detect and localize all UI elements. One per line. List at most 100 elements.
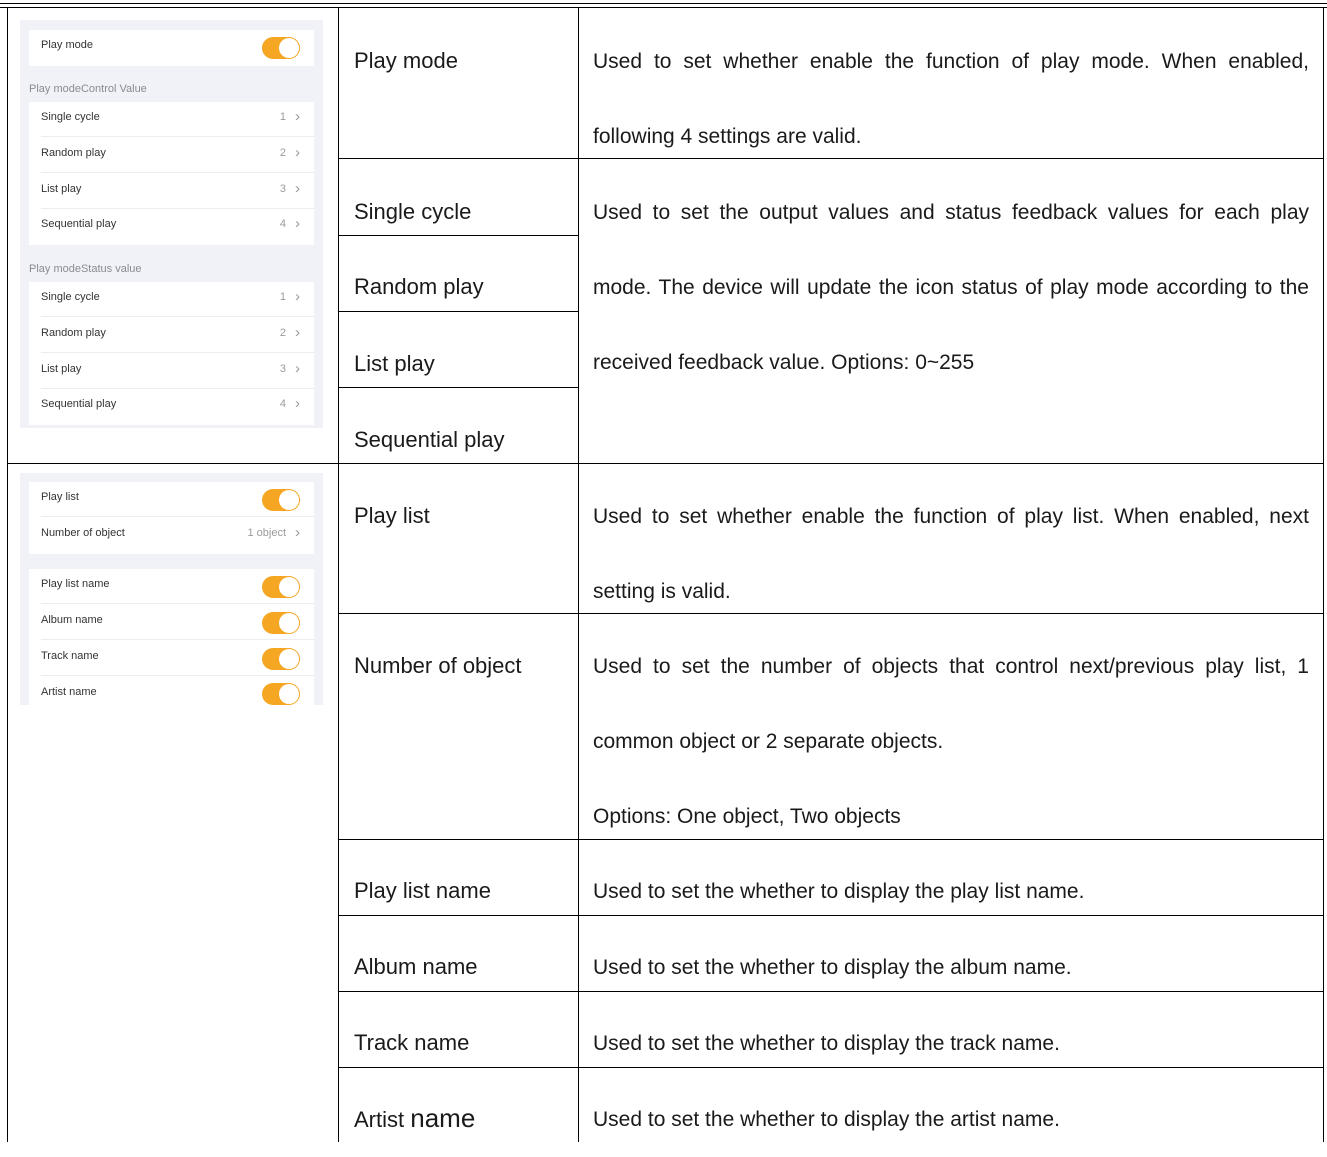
list-item-value: 4 <box>279 398 286 410</box>
number-of-object-label: Number of object <box>41 527 125 539</box>
list-item-label: Random play <box>41 147 106 159</box>
chevron-right-icon: › <box>295 288 300 305</box>
list-item-value: 1 <box>279 291 286 303</box>
top-rule <box>0 3 1327 4</box>
divider <box>41 675 314 676</box>
desc-play-mode: Used to set whether enable the function … <box>593 50 1309 148</box>
list-item-label: List play <box>41 363 82 375</box>
divider <box>41 172 314 173</box>
play-mode-screenshot: Play mode Play modeControl Value Single … <box>20 20 323 428</box>
param-track-name: Track name <box>354 1030 470 1055</box>
list-item[interactable]: List play 3 › <box>29 174 314 209</box>
table-border-right <box>1323 8 1324 1142</box>
list-item-label: Play list name <box>41 578 110 590</box>
row-line <box>7 463 1323 464</box>
chevron-right-icon: › <box>295 395 300 412</box>
divider <box>41 136 314 137</box>
play-list-screenshot: Play list Number of object 1 object › Pl… <box>20 473 323 705</box>
list-item-value: 1 <box>279 111 286 123</box>
list-item[interactable]: Single cycle 1 › <box>29 102 314 137</box>
chevron-right-icon: › <box>295 144 300 161</box>
list-item-value: 4 <box>279 218 286 230</box>
list-item-label: List play <box>41 183 82 195</box>
toggle-knob <box>279 649 299 669</box>
play-mode-label: Play mode <box>41 39 93 51</box>
desc-play-modes: Used to set the output values and status… <box>593 201 1309 374</box>
desc-track-name: Used to set the whether to display the t… <box>593 1032 1060 1055</box>
param-list-play: List play <box>354 351 435 376</box>
param-play-mode: Play mode <box>354 48 458 73</box>
desc-number-of-object: Used to set the number of objects that c… <box>593 655 1309 753</box>
chevron-right-icon: › <box>295 180 300 197</box>
display-card: Play list name Album name Track name Art… <box>29 569 314 705</box>
status-value-card: Single cycle 1 › Random play 2 › List pl… <box>29 282 314 425</box>
desc-play-list-name: Used to set the whether to display the p… <box>593 880 1085 903</box>
list-item-label: Track name <box>41 650 99 662</box>
number-of-object-row[interactable]: Number of object 1 object › <box>29 518 314 553</box>
param-play-list-name: Play list name <box>354 878 491 903</box>
param-album-name: Album name <box>354 954 478 979</box>
play-list-toggle[interactable] <box>262 489 300 511</box>
list-item-label: Sequential play <box>41 218 117 230</box>
track-name-toggle[interactable] <box>262 648 300 670</box>
album-name-toggle[interactable] <box>262 612 300 634</box>
divider <box>41 516 314 517</box>
list-item-value: 2 <box>279 147 286 159</box>
list-item-value: 3 <box>279 183 286 195</box>
param-number-of-object: Number of object <box>354 653 522 678</box>
table-divider-col2 <box>578 8 579 1142</box>
param-artist-name-part2: name <box>410 1103 476 1133</box>
toggle-knob <box>279 684 299 704</box>
list-item[interactable]: Random play 2 › <box>29 138 314 173</box>
param-sequential-play: Sequential play <box>354 427 505 452</box>
divider <box>41 316 314 317</box>
param-artist-name: Artist name <box>354 1105 475 1133</box>
list-item[interactable]: Random play 2 › <box>29 318 314 353</box>
list-item-label: Random play <box>41 327 106 339</box>
play-list-name-toggle[interactable] <box>262 576 300 598</box>
list-item[interactable]: Sequential play 4 › <box>29 209 314 244</box>
row-line <box>338 235 578 236</box>
list-item-value: 2 <box>279 327 286 339</box>
chevron-right-icon: › <box>295 360 300 377</box>
divider <box>41 352 314 353</box>
row-line <box>338 387 578 388</box>
toggle-knob <box>279 490 299 510</box>
param-artist-name-part1: Artist <box>354 1107 411 1132</box>
artist-name-toggle[interactable] <box>262 683 300 705</box>
list-item[interactable]: Single cycle 1 › <box>29 282 314 317</box>
desc-artist-name: Used to set the whether to display the a… <box>593 1108 1060 1131</box>
divider <box>41 603 314 604</box>
param-play-list: Play list <box>354 503 430 528</box>
list-item-value: 3 <box>279 363 286 375</box>
chevron-right-icon: › <box>295 324 300 341</box>
play-list-label: Play list <box>41 491 79 503</box>
list-item[interactable]: List play 3 › <box>29 354 314 389</box>
desc-album-name: Used to set the whether to display the a… <box>593 956 1072 979</box>
table-border-left <box>7 8 8 1142</box>
chevron-right-icon: › <box>295 215 300 232</box>
play-mode-toggle[interactable] <box>262 37 300 59</box>
list-item-label: Sequential play <box>41 398 117 410</box>
list-item[interactable]: Sequential play 4 › <box>29 389 314 424</box>
control-value-card: Single cycle 1 › Random play 2 › List pl… <box>29 102 314 245</box>
chevron-right-icon: › <box>295 108 300 125</box>
list-item-label: Album name <box>41 614 103 626</box>
toggle-knob <box>279 613 299 633</box>
divider <box>41 639 314 640</box>
toggle-knob <box>279 38 299 58</box>
list-item-label: Artist name <box>41 686 97 698</box>
toggle-knob <box>279 577 299 597</box>
number-of-object-value: 1 object <box>247 527 286 539</box>
desc-number-of-object-options: Options: One object, Two objects <box>593 805 901 828</box>
top-rule-2 <box>0 7 1327 8</box>
status-section-label: Play modeStatus value <box>29 263 142 275</box>
control-section-label: Play modeControl Value <box>29 83 147 95</box>
param-random-play: Random play <box>354 274 484 299</box>
param-single-cycle: Single cycle <box>354 199 472 224</box>
desc-play-list: Used to set whether enable the function … <box>593 505 1309 603</box>
row-line <box>338 311 578 312</box>
play-list-card: Play list Number of object 1 object › <box>29 482 314 554</box>
play-mode-card: Play mode <box>29 30 314 66</box>
chevron-right-icon: › <box>295 524 300 541</box>
